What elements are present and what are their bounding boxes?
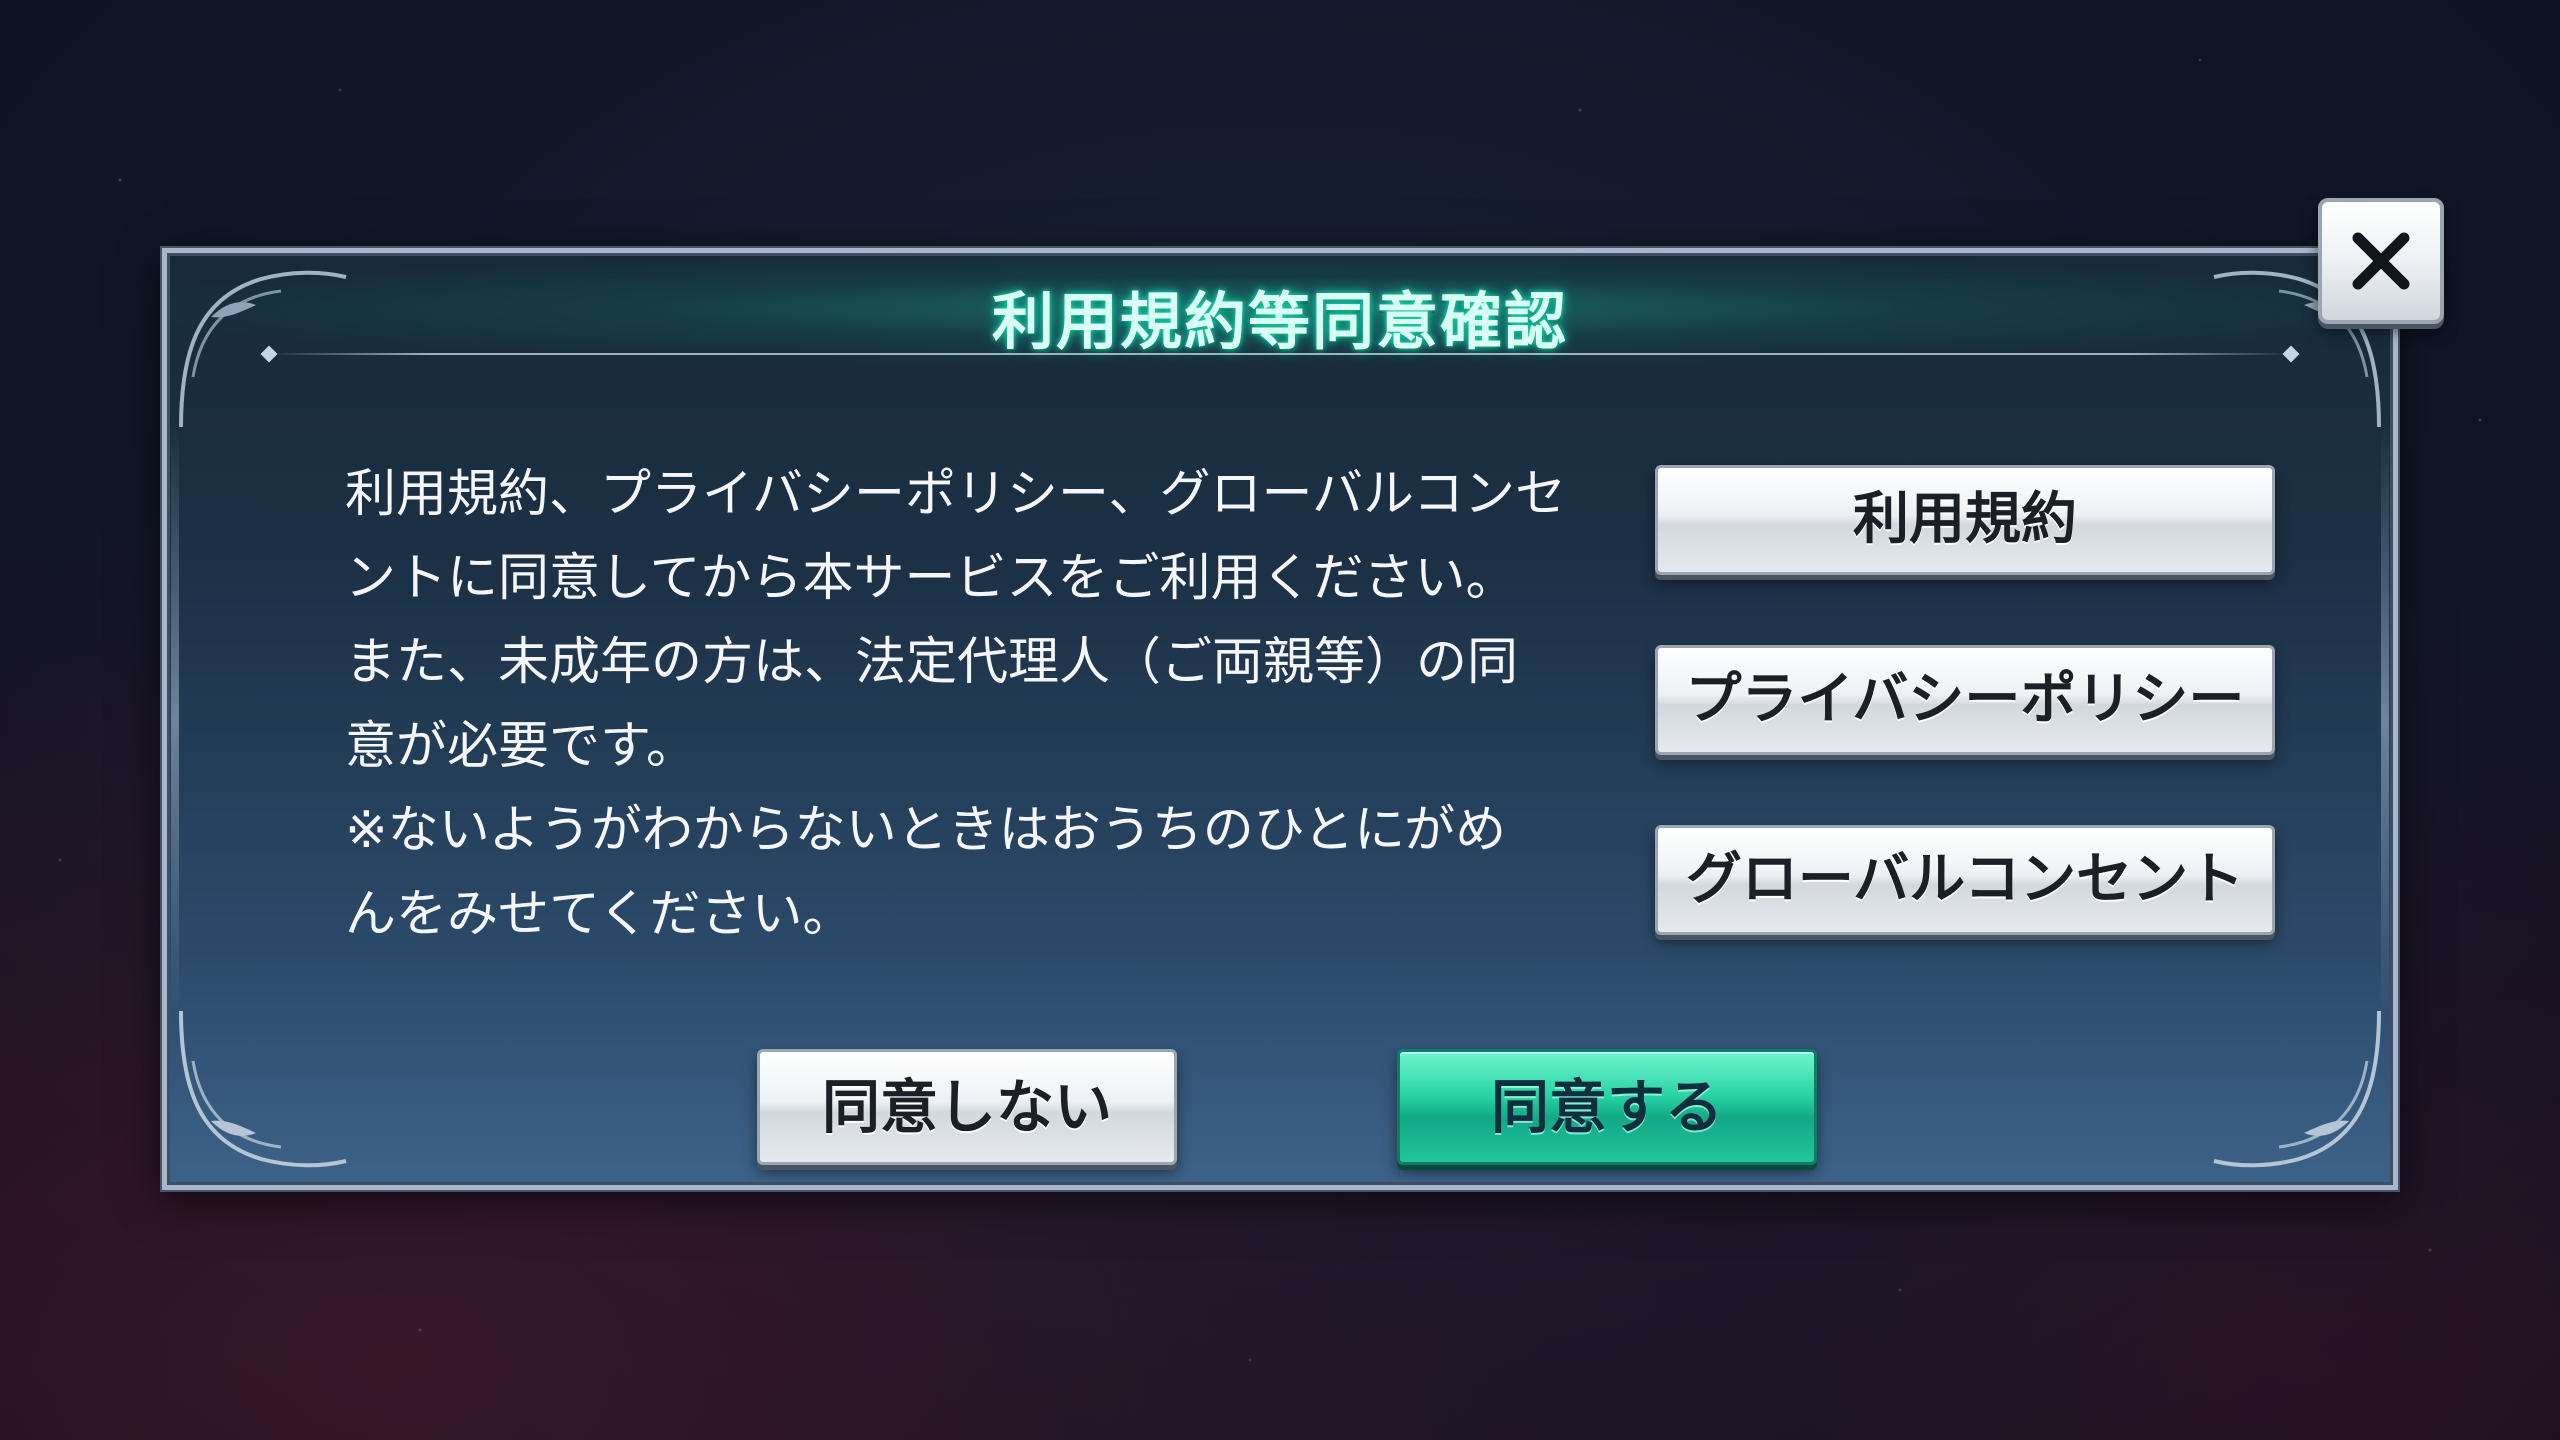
global-consent-button[interactable]: グローバルコンセント xyxy=(1655,825,2275,935)
decline-button[interactable]: 同意しない xyxy=(757,1049,1177,1165)
ornament-top-left xyxy=(179,270,347,428)
message-line: 利用規約、プライバシーポリシー、グローバルコンセ xyxy=(345,465,1566,524)
close-button[interactable] xyxy=(2318,198,2444,324)
privacy-policy-button[interactable]: プライバシーポリシー xyxy=(1655,645,2275,755)
frame-right-accent xyxy=(2381,423,2389,1015)
ornament-bottom-right xyxy=(2213,1010,2381,1168)
terms-of-service-button[interactable]: 利用規約 xyxy=(1655,465,2275,575)
agree-button[interactable]: 同意する xyxy=(1397,1049,1817,1165)
message-line: んをみせてください。 xyxy=(345,885,854,944)
message-line: 意が必要です。 xyxy=(345,717,697,776)
ornament-bottom-left xyxy=(179,1010,347,1168)
message-line: ※ないようがわからないときはおうちのひとにがめ xyxy=(345,801,1507,860)
consent-dialog: 利用規約等同意確認 利用規約、プライバシーポリシー、グローバルコンセ ントに同意… xyxy=(162,248,2398,1190)
consent-message: 利用規約、プライバシーポリシー、グローバルコンセ ントに同意してから本サービスを… xyxy=(345,453,1575,957)
message-line: また、未成年の方は、法定代理人（ご両親等）の同 xyxy=(345,633,1519,692)
frame-left-accent xyxy=(171,423,179,1015)
close-icon xyxy=(2352,232,2410,290)
dialog-title: 利用規約等同意確認 xyxy=(991,285,1568,358)
title-divider xyxy=(267,353,2293,355)
message-line: ントに同意してから本サービスをご利用ください。 xyxy=(345,549,1517,608)
